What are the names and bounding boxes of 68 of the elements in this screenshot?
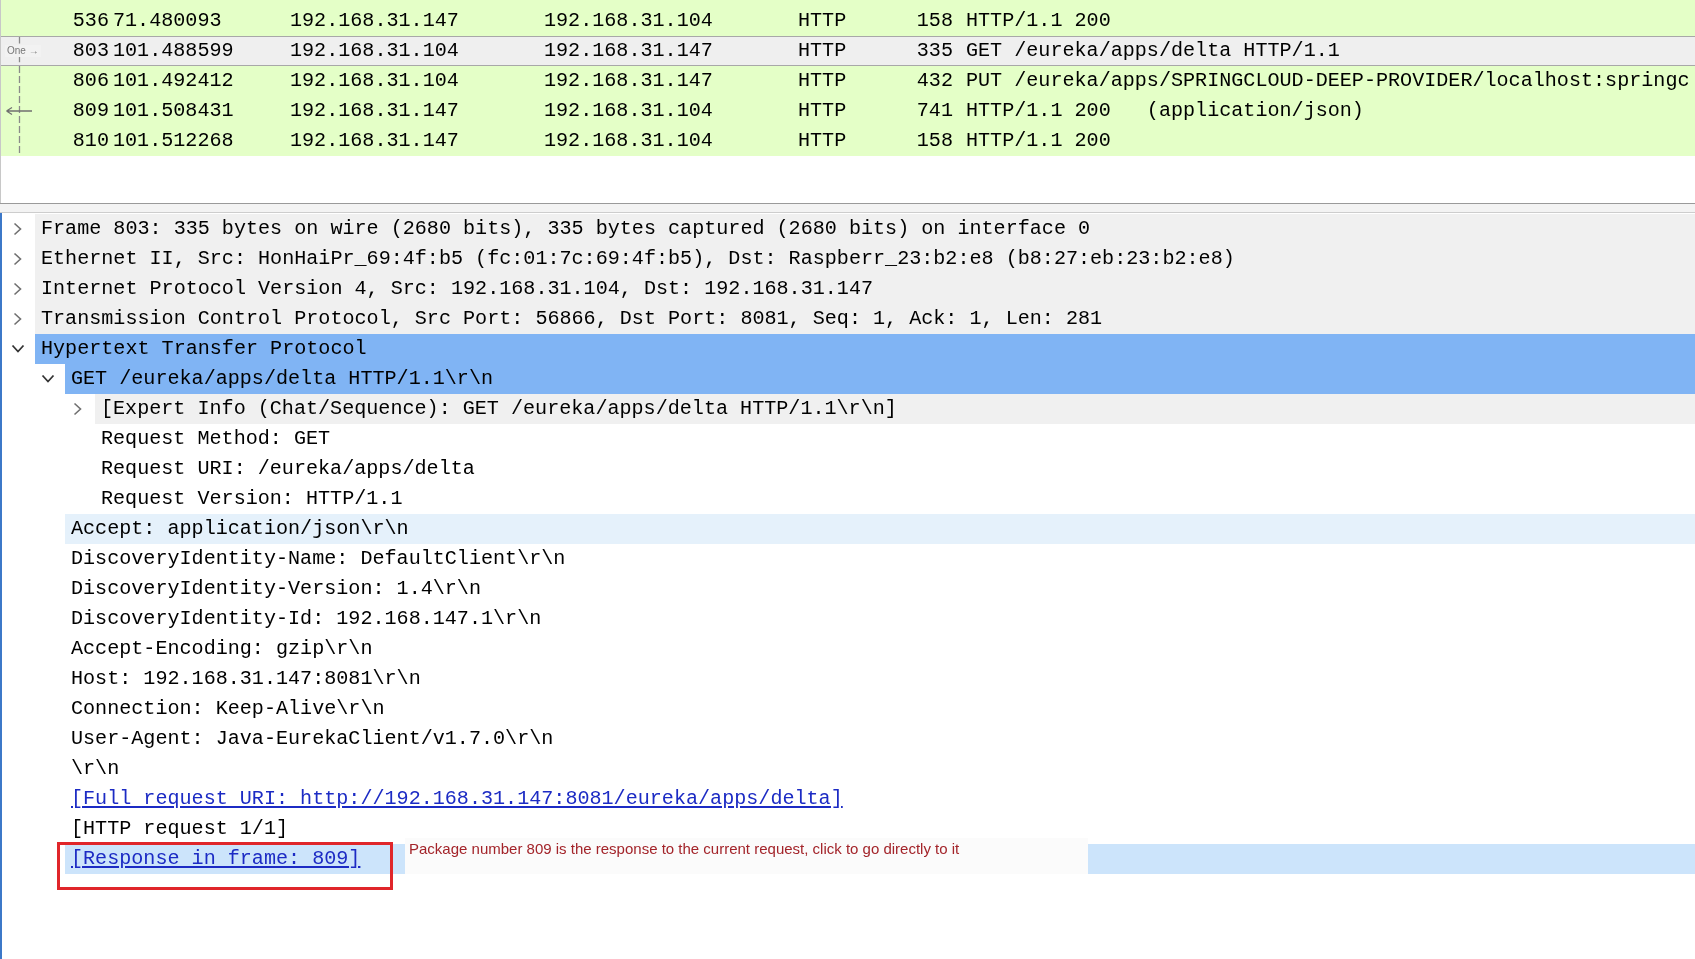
link[interactable]: [Full request URI: http://192.168.31.147:8081/eureka/apps/delta]	[71, 783, 843, 815]
table-cell-text: 192.168.31.104	[544, 7, 713, 34]
table-cell-text: HTTP	[798, 7, 847, 34]
table-cell-text: GET /eureka/apps/delta HTTP/1.1	[966, 37, 1340, 64]
table-cell-text: 192.168.31.147	[290, 7, 459, 34]
tree-item[interactable]: Request URI: /eureka/apps/delta	[101, 453, 475, 485]
chevron-right-icon[interactable]	[13, 252, 23, 266]
left-arrow-icon	[5, 106, 33, 116]
table-cell-text: 741	[916, 97, 953, 124]
table-cell-text: 809	[72, 97, 109, 124]
table-cell-text: 803	[72, 37, 109, 64]
tree-item[interactable]: Ethernet II, Src: HonHaiPr_69:4f:b5 (fc:01:7c:69:4f:b5), Dst: Raspberr_23:b2:e8 (b8:27:eb:23:b2:e8)	[41, 243, 1235, 275]
tree-item[interactable]: Request Method: GET	[101, 423, 331, 455]
table-cell-text: 810	[72, 127, 109, 154]
tree-item[interactable]: Connection: Keep-Alive\r\n	[71, 693, 385, 725]
tree-item[interactable]: Request Version: HTTP/1.1	[101, 483, 403, 515]
table-cell-text: PUT /eureka/apps/SPRINGCLOUD-DEEP-PROVIDER/localhost:springc	[966, 67, 1690, 94]
table-cell-text: 335	[916, 37, 953, 64]
tree-item[interactable]: DiscoveryIdentity-Version: 1.4\r\n	[71, 573, 481, 605]
table-cell-text: 806	[72, 67, 109, 94]
tree-item[interactable]: \r\n	[71, 753, 120, 785]
pane-splitter[interactable]	[0, 203, 1695, 213]
table-cell-text: 101.512268	[113, 127, 234, 154]
table-cell-text: HTTP/1.1 200 (application/json)	[966, 97, 1364, 124]
table-cell-text: HTTP/1.1 200	[966, 127, 1111, 154]
table-cell-text: HTTP	[798, 37, 847, 64]
link[interactable]: [Response in frame: 809]	[71, 843, 361, 875]
tree-item[interactable]: User-Agent: Java-EurekaClient/v1.7.0\r\n	[71, 723, 554, 755]
table-cell-text: HTTP	[798, 97, 847, 124]
table-cell-text: 192.168.31.104	[290, 67, 459, 94]
table-cell-text: 192.168.31.104	[290, 37, 459, 64]
tree-item[interactable]: [Expert Info (Chat/Sequence): GET /eureka/apps/delta HTTP/1.1\r\n]	[101, 393, 897, 425]
tree-item[interactable]: Accept: application/json\r\n	[71, 513, 409, 545]
tree-item[interactable]: Transmission Control Protocol, Src Port: 56866, Dst Port: 8081, Seq: 1, Ack: 1, Len: 281	[41, 303, 1103, 335]
table-cell-text: 536	[72, 7, 109, 34]
table-cell-text: 158	[916, 7, 953, 34]
tree-item[interactable]: Frame 803: 335 bytes on wire (2680 bits), 335 bytes captured (2680 bits) on interface 0	[41, 213, 1091, 245]
annotation-note: Package number 809 is the response to the current request, click to go directly to it	[405, 838, 1088, 874]
table-cell-text: 192.168.31.147	[544, 37, 713, 64]
table-cell-text: 192.168.31.147	[544, 67, 713, 94]
table-cell-text: 192.168.31.104	[544, 127, 713, 154]
table-cell-text: HTTP	[798, 127, 847, 154]
tree-item[interactable]: DiscoveryIdentity-Name: DefaultClient\r\n	[71, 543, 566, 575]
table-cell-text: HTTP/1.1 200	[966, 7, 1111, 34]
table-cell-text: 192.168.31.104	[544, 97, 713, 124]
tree-item[interactable]: [HTTP request 1/1]	[71, 813, 289, 845]
table-cell-text: 71.480093	[113, 7, 222, 34]
tree-item[interactable]: DiscoveryIdentity-Id: 192.168.147.1\r\n	[71, 603, 542, 635]
table-cell-text: 101.488599	[113, 37, 234, 64]
tree-item[interactable]: Host: 192.168.31.147:8081\r\n	[71, 663, 421, 695]
packet-row[interactable]: One → 803 101.488599 192.168.31.104 192.168.31.147 HTTP 335 GET /eureka/apps/delta HTTP/1.1	[1, 36, 1695, 66]
tree-item[interactable]: Hypertext Transfer Protocol	[41, 333, 367, 365]
table-cell-text: 192.168.31.147	[290, 97, 459, 124]
chevron-right-icon[interactable]	[13, 312, 23, 326]
table-cell-text: 101.508431	[113, 97, 234, 124]
chevron-right-icon[interactable]	[13, 282, 23, 296]
chevron-down-icon[interactable]	[41, 374, 55, 384]
chevron-down-icon[interactable]	[11, 344, 25, 354]
table-cell-text: 432	[916, 67, 953, 94]
tree-item[interactable]: GET /eureka/apps/delta HTTP/1.1\r\n	[71, 363, 494, 395]
table-cell-text: 192.168.31.147	[290, 127, 459, 154]
tree-item[interactable]: Accept-Encoding: gzip\r\n	[71, 633, 373, 665]
chevron-right-icon[interactable]	[73, 402, 83, 416]
chevron-right-icon[interactable]	[13, 222, 23, 236]
table-cell-text: HTTP	[798, 67, 847, 94]
tree-item[interactable]: Internet Protocol Version 4, Src: 192.168.31.104, Dst: 192.168.31.147	[41, 273, 874, 305]
table-cell-text: 101.492412	[113, 67, 234, 94]
table-cell-text: 158	[916, 127, 953, 154]
